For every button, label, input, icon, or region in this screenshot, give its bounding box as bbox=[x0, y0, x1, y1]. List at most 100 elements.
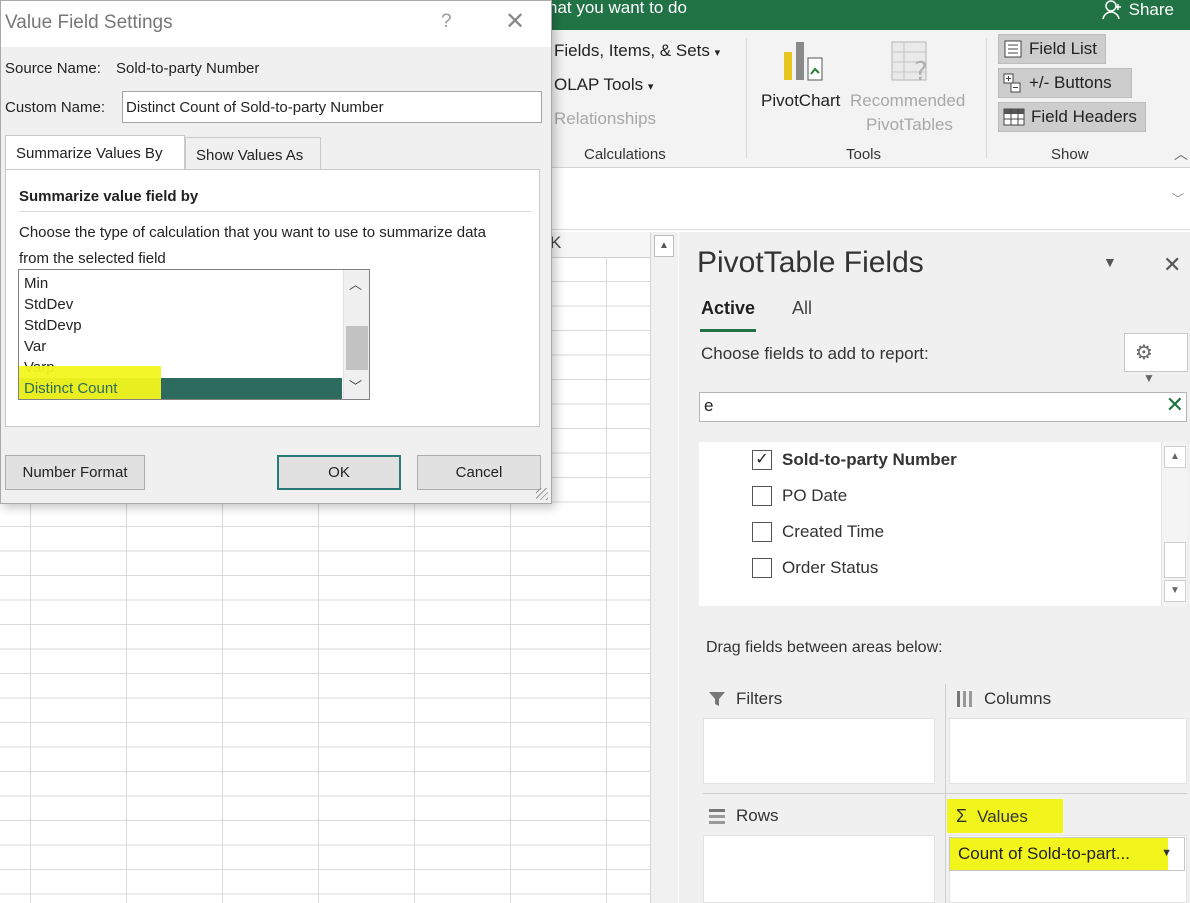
group-label-show: Show bbox=[1051, 146, 1089, 163]
field-list-scrollbar[interactable]: ▲ ▼ bbox=[1161, 442, 1187, 606]
section-divider bbox=[19, 211, 532, 212]
help-icon[interactable]: ? bbox=[441, 11, 452, 33]
sigma-icon: Σ bbox=[956, 806, 968, 826]
chevron-up-icon[interactable]: ︿ bbox=[349, 274, 362, 293]
rows-label: Rows bbox=[736, 806, 779, 825]
chevron-down-icon: ▾ bbox=[647, 81, 654, 93]
values-field-chip[interactable]: Count of Sold-to-part... ▼ bbox=[949, 837, 1185, 871]
list-item-selected[interactable]: Distinct Count bbox=[19, 366, 342, 399]
field-list-toggle[interactable]: Field List bbox=[998, 34, 1106, 64]
field-row[interactable]: PO Date bbox=[752, 484, 847, 508]
plus-minus-buttons-label: +/- Buttons bbox=[1029, 73, 1112, 92]
values-area-header: Σ Values bbox=[956, 806, 1028, 827]
olap-tools-button[interactable]: OLAP Tools ▾ bbox=[554, 75, 653, 95]
dialog-title: Value Field Settings bbox=[5, 12, 173, 33]
recommended-pivottables-label-2: PivotTables bbox=[866, 115, 953, 134]
rows-drop-area[interactable] bbox=[703, 835, 935, 903]
field-list-scroll-thumb[interactable] bbox=[1164, 542, 1186, 578]
field-list-icon bbox=[1004, 40, 1022, 58]
share-person-icon bbox=[1101, 0, 1121, 20]
olap-tools-label: OLAP Tools bbox=[554, 75, 644, 94]
calculation-listbox[interactable]: Min StdDev StdDevp Var Varp Distinct Cou… bbox=[18, 269, 370, 400]
cancel-button[interactable]: Cancel bbox=[417, 455, 541, 490]
recommended-pivottables-button[interactable]: Recommended bbox=[850, 91, 965, 111]
list-item[interactable]: StdDevp bbox=[19, 315, 342, 336]
field-list[interactable]: ✓ Sold-to-party Number PO Date Created T… bbox=[699, 442, 1187, 606]
tab-active[interactable]: Active bbox=[701, 298, 755, 319]
svg-text:?: ? bbox=[914, 57, 928, 86]
chevron-down-icon: ▼ bbox=[1143, 371, 1155, 385]
pane-menu-icon[interactable]: ▼ bbox=[1103, 254, 1117, 270]
rows-icon bbox=[709, 809, 725, 824]
checkbox[interactable] bbox=[752, 558, 772, 578]
vertical-scrollbar[interactable]: ▲ bbox=[650, 232, 678, 903]
checkbox[interactable] bbox=[752, 486, 772, 506]
columns-drop-area[interactable] bbox=[949, 718, 1187, 784]
section-heading: Summarize value field by bbox=[19, 188, 199, 205]
choose-fields-label: Choose fields to add to report: bbox=[701, 344, 929, 363]
field-row[interactable]: Order Status bbox=[752, 556, 878, 580]
custom-name-input[interactable] bbox=[122, 91, 542, 123]
values-label: Values bbox=[977, 806, 1028, 826]
field-search-input[interactable]: e ✕ bbox=[699, 392, 1187, 422]
pivotchart-icon bbox=[778, 38, 826, 91]
tools-button[interactable]: ⚙ ▼ bbox=[1124, 333, 1188, 385]
areas-divider-horizontal bbox=[703, 793, 1187, 794]
tell-me-box[interactable]: hat you want to do bbox=[548, 0, 687, 16]
listbox-scroll-thumb[interactable] bbox=[346, 326, 368, 370]
field-list-label: Field List bbox=[1029, 39, 1098, 58]
ok-button[interactable]: OK bbox=[277, 455, 401, 490]
selected-item-label: Distinct Count bbox=[24, 380, 118, 397]
filters-label: Filters bbox=[736, 689, 783, 708]
relationships-button[interactable]: Relationships bbox=[554, 109, 656, 129]
collapse-ribbon-icon[interactable]: ︿ bbox=[1174, 144, 1188, 164]
list-item[interactable]: Var bbox=[19, 336, 342, 357]
dialog-titlebar[interactable]: Value Field Settings ? ✕ bbox=[1, 1, 551, 47]
scroll-down-icon[interactable]: ▼ bbox=[1164, 580, 1186, 602]
source-name-value: Sold-to-party Number bbox=[116, 60, 260, 77]
fields-items-sets-button[interactable]: Fields, Items, & Sets ▾ bbox=[554, 41, 720, 61]
field-headers-toggle[interactable]: Field Headers bbox=[998, 102, 1146, 132]
columns-label: Columns bbox=[984, 689, 1052, 708]
source-name-label: Source Name: bbox=[5, 60, 101, 77]
tab-show-values-as[interactable]: Show Values As bbox=[185, 137, 321, 171]
expand-formula-bar-icon[interactable]: ﹀ bbox=[1172, 190, 1184, 207]
active-tab-underline bbox=[700, 329, 756, 332]
section-description: Choose the type of calculation that you … bbox=[19, 224, 486, 267]
field-row[interactable]: ✓ Sold-to-party Number bbox=[752, 448, 957, 472]
rows-area-header: Rows bbox=[708, 806, 779, 826]
tab-all[interactable]: All bbox=[792, 298, 812, 319]
checkbox[interactable] bbox=[752, 522, 772, 542]
listbox-scrollbar[interactable]: ︿ ﹀ bbox=[343, 270, 369, 399]
search-value: e bbox=[704, 396, 714, 415]
pane-title: PivotTable Fields bbox=[697, 246, 924, 279]
plus-minus-buttons-icon bbox=[1003, 73, 1021, 93]
field-label: Created Time bbox=[782, 522, 885, 541]
field-label: Order Status bbox=[782, 558, 879, 577]
list-item[interactable]: Min bbox=[19, 273, 342, 294]
scroll-up-icon[interactable]: ▲ bbox=[1164, 446, 1186, 468]
tab-summarize-values-by[interactable]: Summarize Values By bbox=[5, 135, 185, 171]
group-label-calculations: Calculations bbox=[584, 146, 666, 163]
number-format-button[interactable]: Number Format bbox=[5, 455, 145, 490]
fields-items-sets-label: Fields, Items, & Sets bbox=[554, 41, 710, 60]
filters-drop-area[interactable] bbox=[703, 718, 935, 784]
close-icon[interactable]: ✕ bbox=[505, 7, 525, 36]
field-row[interactable]: Created Time bbox=[752, 520, 884, 544]
checkbox-checked[interactable]: ✓ bbox=[752, 450, 772, 470]
custom-name-label: Custom Name: bbox=[5, 99, 106, 116]
plus-minus-buttons-toggle[interactable]: +/- Buttons bbox=[998, 68, 1132, 98]
drag-fields-label: Drag fields between areas below: bbox=[706, 639, 943, 656]
field-label: Sold-to-party Number bbox=[782, 450, 957, 469]
chevron-down-icon[interactable]: ﹀ bbox=[349, 376, 362, 395]
clear-search-icon[interactable]: ✕ bbox=[1166, 392, 1184, 418]
share-label: Share bbox=[1128, 0, 1174, 19]
close-icon[interactable]: ✕ bbox=[1163, 252, 1181, 278]
scroll-up-icon[interactable]: ▲ bbox=[654, 235, 674, 257]
columns-area-header: Columns bbox=[956, 689, 1051, 709]
share-button[interactable]: Share bbox=[1101, 0, 1174, 20]
list-item[interactable]: StdDev bbox=[19, 294, 342, 315]
chevron-down-icon[interactable]: ▼ bbox=[1161, 847, 1172, 859]
pivotchart-button[interactable]: PivotChart bbox=[761, 91, 840, 111]
resize-grip[interactable] bbox=[536, 488, 548, 500]
